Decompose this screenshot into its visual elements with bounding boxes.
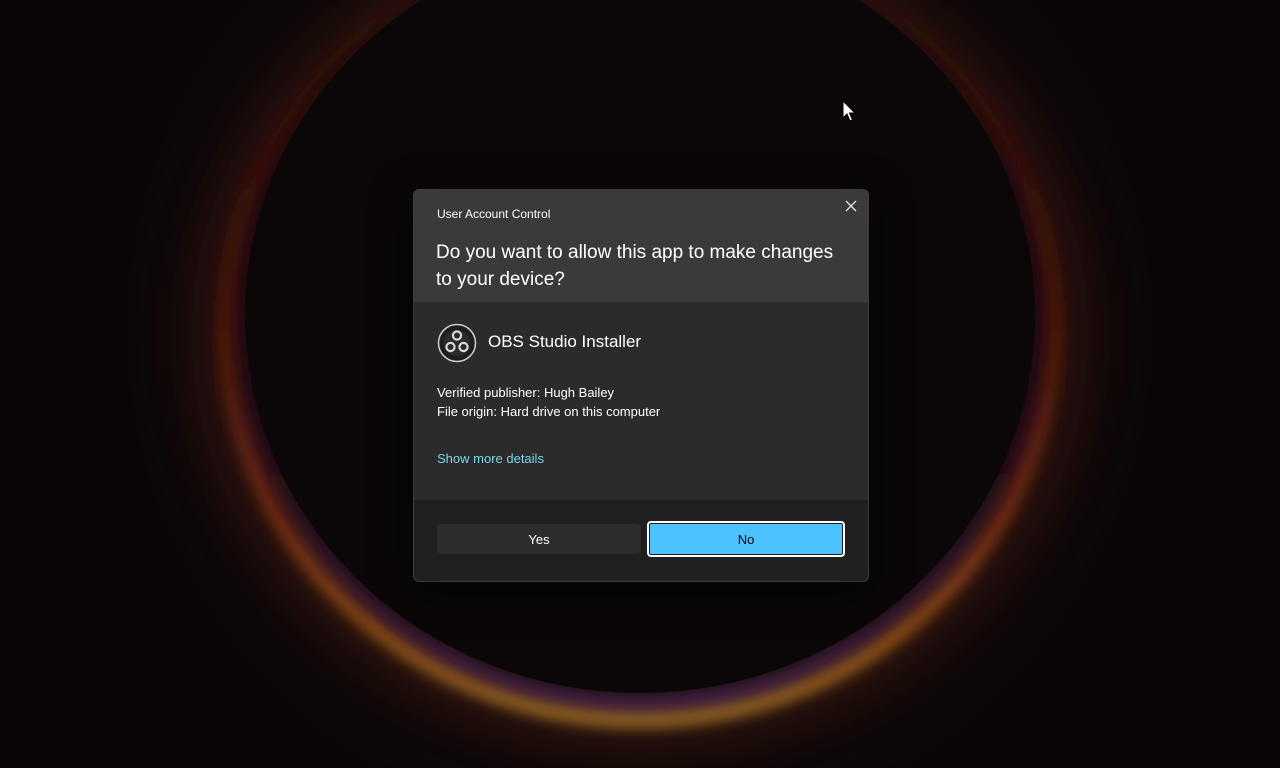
dialog-footer: Yes No [414, 500, 868, 581]
no-button[interactable]: No [647, 521, 845, 557]
obs-studio-icon [437, 323, 477, 363]
file-origin-line: File origin: Hard drive on this computer [437, 404, 661, 419]
close-icon [845, 200, 857, 212]
show-more-details-link[interactable]: Show more details [437, 451, 544, 466]
dialog-header: User Account Control Do you want to allo… [414, 190, 868, 302]
dialog-body: OBS Studio Installer Verified publisher:… [414, 302, 868, 500]
close-button[interactable] [840, 195, 862, 217]
dialog-caption: User Account Control [437, 207, 551, 221]
uac-dialog: User Account Control Do you want to allo… [413, 189, 869, 582]
yes-button[interactable]: Yes [437, 524, 641, 554]
publisher-line: Verified publisher: Hugh Bailey [437, 385, 615, 400]
dialog-question: Do you want to allow this app to make ch… [436, 242, 834, 290]
app-name: OBS Studio Installer [488, 332, 642, 351]
mouse-pointer-icon [842, 100, 857, 122]
